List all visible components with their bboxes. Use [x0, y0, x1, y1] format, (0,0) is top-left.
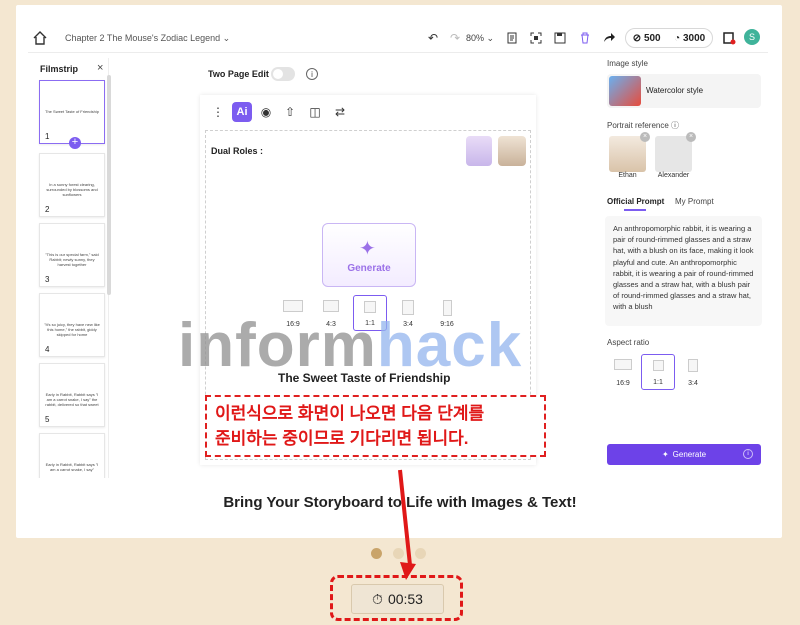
close-icon[interactable]: × [97, 62, 103, 74]
note-line-2: 준비하는 중이므로 기다리면 됩니다. [215, 429, 469, 448]
carousel-dot[interactable] [415, 548, 426, 559]
scan-icon[interactable] [529, 31, 543, 45]
portrait-image [609, 136, 646, 172]
page-number: 4 [45, 345, 50, 354]
two-page-edit-label: Two Page Edit [208, 69, 269, 79]
dual-roles-label: Dual Roles : [211, 146, 264, 156]
undo-icon[interactable]: ↶ [428, 31, 438, 45]
filmstrip-title: Filmstrip [40, 64, 79, 74]
layout-icon[interactable]: ◫ [305, 102, 325, 122]
filmstrip-page[interactable]: The Sweet Taste of Friendship 1 + [39, 80, 105, 149]
share-icon[interactable] [602, 31, 616, 45]
wallet-icon[interactable] [722, 31, 736, 45]
upload-icon[interactable]: ⇧ [280, 102, 300, 122]
filmstrip-page[interactable]: "It's so juicy, they have new like this … [39, 293, 105, 357]
sparkle-icon: ✦ [359, 238, 376, 260]
page-caption: Early in Rabbit, Rabbit says "I am a car… [45, 462, 99, 472]
timer-value: 00:53 [387, 591, 423, 607]
page-caption: "It's so juicy, they have new like this … [44, 322, 100, 337]
aspect-ratio-label: Aspect ratio [607, 338, 650, 347]
more-vertical-icon[interactable]: ⋮ [208, 102, 228, 122]
active-tab-indicator [624, 209, 646, 211]
carousel-dot[interactable] [371, 548, 382, 559]
portrait-image [655, 136, 692, 172]
countdown-timer: ⏱ 00:53 [351, 584, 444, 614]
page-caption: Early in Rabbit, Rabbit says "I am a car… [45, 392, 99, 407]
portrait-reference-label: Portrait reference ⓘ [607, 121, 680, 130]
style-thumbnail [609, 76, 641, 106]
tab-my-prompt[interactable]: My Prompt [675, 197, 714, 206]
page-caption: In a sunny forest clearing, surrounded b… [46, 182, 98, 197]
stopwatch-icon: ⏱ [372, 590, 383, 607]
tag-icon: ⊘ [632, 32, 642, 44]
info-icon[interactable]: i [743, 449, 753, 459]
portrait-name: Alexander [657, 172, 690, 179]
aspect-16-9[interactable]: 16:9 [606, 354, 640, 390]
page-number: 5 [45, 415, 50, 424]
top-bar: Chapter 2 The Mouse's Zodiac Legend ⌄ ↶ … [28, 23, 768, 53]
image-style-label: Image style [607, 59, 648, 68]
remove-icon[interactable]: × [686, 132, 696, 142]
portrait-name: Ethan [618, 172, 637, 179]
document-icon[interactable] [505, 31, 519, 45]
page-number: 3 [45, 275, 50, 284]
redo-icon[interactable]: ↷ [450, 31, 460, 45]
page-number: 2 [45, 205, 50, 214]
role-avatar-girl[interactable] [466, 136, 492, 166]
portrait-card-ethan[interactable]: × Ethan [609, 132, 650, 184]
aspect-1-1[interactable]: 1:1 [641, 354, 675, 390]
canvas-toolbar: ⋮ Ai ◉ ⇧ ◫ ⇄ [206, 100, 356, 124]
generate-button[interactable]: ✦ Generate i [607, 444, 761, 465]
ai-button[interactable]: Ai [232, 102, 252, 122]
page-caption: "This is our special farm," said Rabbit;… [45, 252, 99, 267]
filmstrip-page[interactable]: Early in Rabbit, Rabbit says "I am a car… [39, 433, 105, 478]
note-line-1: 이런식으로 화면이 나오면 다음 단계를 [215, 404, 485, 423]
role-avatar-rabbit[interactable] [498, 136, 526, 166]
two-page-edit-toggle[interactable] [271, 67, 295, 81]
tab-official-prompt[interactable]: Official Prompt [607, 197, 664, 206]
filmstrip-scrollbar[interactable] [107, 75, 111, 295]
page-caption: The Sweet Taste of Friendship [45, 109, 99, 114]
chapter-breadcrumb[interactable]: Chapter 2 The Mouse's Zodiac Legend ⌄ [65, 33, 230, 44]
chevron-down-icon: ⌄ [222, 33, 231, 43]
prompt-textarea[interactable]: An anthropomorphic rabbit, it is wearing… [605, 216, 762, 326]
credit-a: ⊘ 500 [632, 32, 661, 44]
sparkle-icon: ✦ [661, 450, 669, 459]
portrait-card-alexander[interactable]: × Alexander [655, 132, 696, 184]
info-icon[interactable]: ⓘ [671, 121, 679, 130]
trash-icon[interactable] [578, 31, 592, 45]
generate-button-label: Generate [672, 450, 707, 459]
home-icon[interactable] [32, 30, 48, 46]
image-style-selector[interactable]: Watercolor style [607, 74, 761, 108]
annotation-note: 이런식으로 화면이 나오면 다음 단계를 준비하는 중이므로 기다리면 됩니다. [205, 395, 546, 457]
generate-card[interactable]: ✦ Generate [322, 223, 416, 287]
coin-icon: ◔ [674, 32, 681, 44]
user-avatar[interactable]: S [744, 29, 760, 45]
filmstrip-page[interactable]: In a sunny forest clearing, surrounded b… [39, 153, 105, 217]
aspect-3-4[interactable]: 3:4 [676, 354, 710, 390]
style-name: Watercolor style [646, 86, 704, 95]
zoom-select[interactable]: 80% ⌄ [466, 33, 494, 44]
filmstrip-page[interactable]: "This is our special farm," said Rabbit;… [39, 223, 105, 287]
remove-icon[interactable]: × [640, 132, 650, 142]
story-title: The Sweet Taste of Friendship [278, 371, 451, 385]
credit-b: ◔ 3000 [674, 32, 706, 44]
palette-icon[interactable]: ◉ [256, 102, 276, 122]
credits-display[interactable]: ⊘ 500 ◔ 3000 [625, 28, 713, 48]
save-icon[interactable] [553, 31, 567, 45]
page-number: 1 [45, 132, 50, 141]
translate-icon[interactable]: ⇄ [330, 102, 350, 122]
filmstrip-page[interactable]: Early in Rabbit, Rabbit says "I am a car… [39, 363, 105, 427]
add-page-button[interactable]: + [69, 137, 81, 149]
filmstrip-panel: Filmstrip × The Sweet Taste of Friendshi… [35, 58, 109, 478]
carousel-dot[interactable] [393, 548, 404, 559]
info-icon[interactable]: i [306, 68, 318, 80]
generate-label: Generate [347, 263, 391, 274]
